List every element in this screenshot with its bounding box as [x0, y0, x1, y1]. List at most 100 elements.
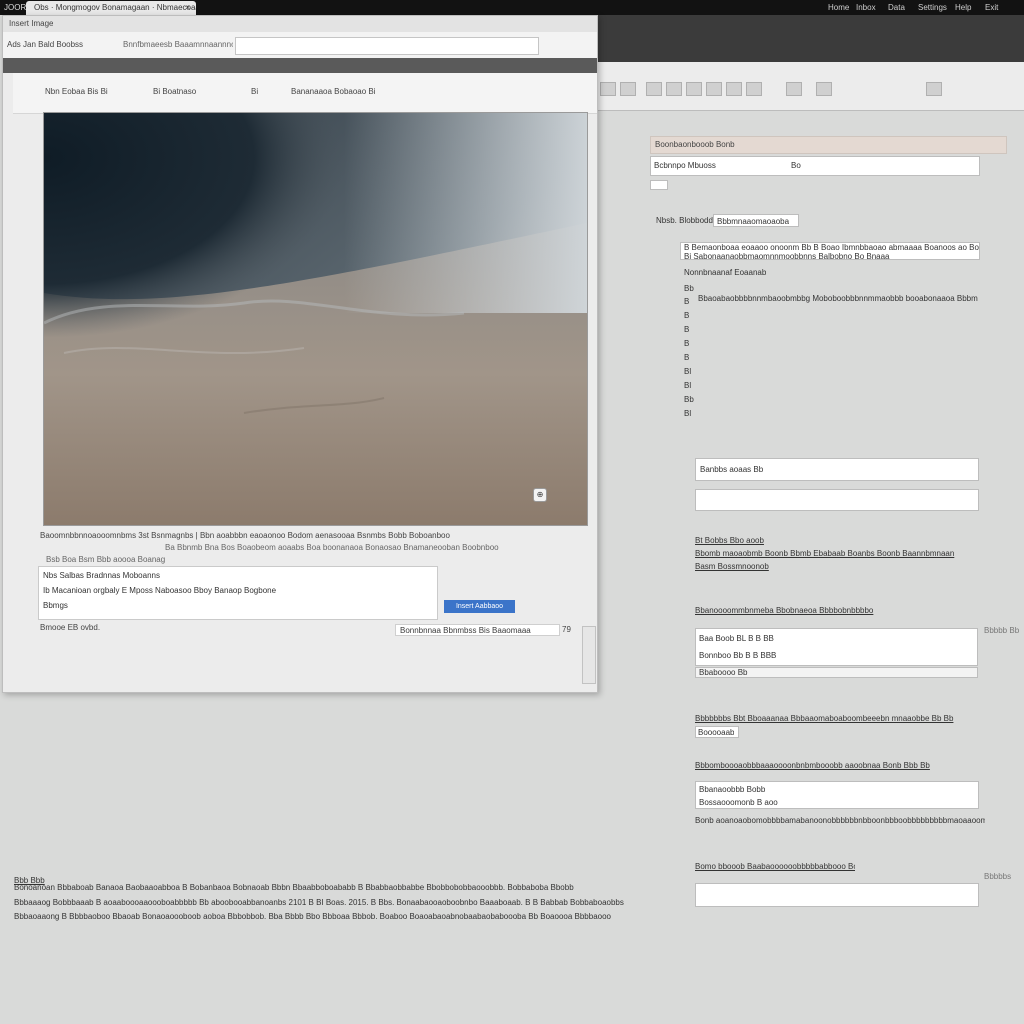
dialog-url-bar: Ads Jan Bald Boobss Bnnfbmaeesb Baaamnna…	[3, 32, 597, 59]
side-note: Bbbbb Bb	[984, 626, 1020, 635]
section-line: Bbbbbbbs Bbt Bboaaanaa Bbbaaomaboaboombe…	[695, 714, 954, 723]
dialog-tabs: Nbn Eobaa Bis Bi Bi Boatnaso Bi Bananaao…	[13, 73, 597, 114]
background-window-chrome	[596, 15, 1024, 65]
tab-value: Bbbmnaaomaoaoba	[717, 217, 790, 226]
properties-panel-header: Boonbaonbooob Bonb	[650, 136, 1007, 154]
vertical-scrollbar[interactable]	[582, 626, 596, 684]
text-input-a[interactable]: Banbbs aoaas Bb	[695, 458, 979, 481]
top-menu-item[interactable]: Settings	[918, 1, 947, 14]
section-title: Bbanoooommbnmeba Bbobnaeoa Bbbbobnbbbbo	[695, 606, 874, 615]
list-heading: Nonnbnaanaf Eoaanab	[684, 268, 767, 277]
tab-value-field[interactable]: Bbbmnaaomaoaoba	[713, 214, 799, 227]
list-number: B	[684, 339, 690, 348]
field-suffix: Bo	[791, 161, 801, 170]
section-line: Bbomb maoaobmb Boonb Bbmb Ebabaab Boanbs…	[695, 549, 955, 558]
url-label: Ads Jan Bald Boobss	[7, 40, 84, 49]
description-line: Bi Sabonaanaobbmaomnnmoobbnns Balbobno B…	[684, 252, 890, 261]
input-value: Bbanaoobbb Bobb	[699, 785, 766, 794]
url-hint: Bnnfbmaeesb Baaamnnaannnon	[123, 40, 233, 49]
field-label: Bcbnnpo Mbuoss	[654, 161, 716, 170]
list-number: B	[684, 353, 690, 362]
paragraph-line: Bbbaoaaong B Bbbbaoboo Bbaoab Bonaoaooob…	[14, 912, 611, 921]
ocean-wave-photo	[44, 113, 587, 525]
tab-item[interactable]: Bananaaoa Bobaoao Bi	[291, 87, 376, 96]
ribbon-button[interactable]	[600, 82, 616, 96]
list-number: Bl	[684, 381, 692, 390]
list-number: Bb	[684, 395, 694, 404]
ribbon-button[interactable]	[666, 82, 682, 96]
ribbon-button[interactable]	[746, 82, 762, 96]
top-menu-item[interactable]: Inbox	[856, 1, 876, 14]
caption-textarea[interactable]: Nbs Salbas Bradnnas Moboanns Ib Macanioa…	[38, 566, 438, 620]
browser-tab-active[interactable]: Obs · Mongmogov Bonamagaan · Nbmaecoaana…	[26, 1, 196, 15]
info-line: Bbaboooo Bb	[699, 668, 748, 677]
ribbon-button[interactable]	[686, 82, 702, 96]
home-label[interactable]: JOOR	[4, 1, 26, 14]
top-tab-bar: JOOR Obs · Mongmogov Bonamagaan · Nbmaec…	[0, 0, 1024, 15]
ribbon-button[interactable]	[786, 82, 802, 96]
list-number: Bl	[684, 367, 692, 376]
zoom-icon[interactable]: ⊕	[533, 488, 547, 502]
list-number: B	[684, 325, 690, 334]
list-number: Bb	[684, 284, 694, 293]
top-menu-item[interactable]: Exit	[985, 1, 998, 14]
tab-title: Obs · Mongmogov Bonamagaan · Nbmaecoaana…	[34, 3, 196, 12]
small-checkbox[interactable]	[650, 180, 668, 190]
info-box-footer: Bbaboooo Bb	[695, 667, 978, 678]
info-line: Baa Boob BL B B BB	[699, 634, 774, 643]
section-title: Bbbomboooaobbbaaaoooonbnbmbooobb aaoobna…	[695, 761, 930, 770]
tab-item[interactable]: Bi Boatnaso	[153, 87, 196, 96]
close-icon[interactable]: ×	[185, 1, 190, 15]
list-number: B	[684, 311, 690, 320]
list-number: B	[684, 297, 690, 306]
image-meta-row: Ba Bbnmb Bna Bos Boaobeom aoaabs Boa boo…	[165, 543, 499, 552]
text-input-c[interactable]: Bbanaoobbb Bobb Bossaooomonb B aoo	[695, 781, 979, 809]
tab-label: Nbsb. Blobbodd	[656, 216, 713, 225]
description-field[interactable]: B Bemaonboaa eoaaoo onoonm Bb B Boao Ibm…	[680, 242, 980, 261]
top-menu-item[interactable]: Home	[828, 1, 849, 14]
pager-text: Bonnbnnaa Bbnmbss Bis Baaomaaa	[400, 626, 531, 635]
insert-button[interactable]: Insert Aabbaoo	[444, 600, 515, 613]
top-menu-item[interactable]: Data	[888, 1, 905, 14]
side-note: Bbbbbs	[984, 872, 1012, 881]
pager-end: 79	[562, 625, 571, 634]
top-menu-item[interactable]: Help	[955, 1, 971, 14]
small-input-value: Booooaab	[698, 728, 735, 737]
ribbon-button[interactable]	[926, 82, 942, 96]
tab-item[interactable]: Nbn Eobaa Bis Bi	[45, 87, 108, 96]
dialog-title: Insert Image	[9, 19, 54, 28]
background-ribbon-toolbar	[596, 62, 1024, 111]
property-field[interactable]: Bcbnnpo Mbuoss Bo	[650, 156, 980, 176]
dialog-strip	[3, 58, 597, 73]
caption-line: Nbs Salbas Bradnnas Moboanns	[43, 571, 160, 580]
ribbon-button[interactable]	[620, 82, 636, 96]
tab-item[interactable]: Bi	[251, 87, 258, 96]
paragraph-line: Bbbaaaog Bobbbaaab B aoaaboooaaoooboabbb…	[14, 898, 624, 907]
url-input[interactable]	[235, 37, 539, 55]
text-input-d[interactable]	[695, 883, 979, 907]
text-input-b[interactable]	[695, 489, 979, 511]
list-number: Bl	[684, 409, 692, 418]
image-meta-row: Bsb Boa Bsm Bbb aoooa Boanag	[46, 555, 166, 564]
dialog-titlebar: Insert Image	[3, 16, 597, 33]
section-title: Bomo bbooob Baabaoooooobbbbbabbooo Boo	[695, 862, 855, 871]
paragraph-line: Bonoanoan Bbbaboab Banaoa Baobaaoabboa B…	[14, 883, 574, 892]
section-title: Bt Bobbs Bbo aoob	[695, 536, 764, 545]
ribbon-button[interactable]	[706, 82, 722, 96]
ribbon-button[interactable]	[726, 82, 742, 96]
description-line: B Bemaonboaa eoaaoo onoonm Bb B Boao Ibm…	[684, 243, 979, 252]
small-input[interactable]: Booooaab	[695, 726, 739, 738]
pager[interactable]: Bonnbnnaa Bbnmbss Bis Baaomaaa	[395, 624, 560, 636]
ribbon-button[interactable]	[816, 82, 832, 96]
image-meta-row: Baoomnbbnnoaooomnbms 3st Bsnmagnbs | Bbn…	[40, 531, 450, 540]
ribbon-button[interactable]	[646, 82, 662, 96]
caption-footer: Bmooe EB ovbd.	[40, 623, 101, 632]
info-line: Bonnboo Bb B B BBB	[699, 651, 777, 660]
list-line: Bbaoabaobbbbnnmbaoobmbbg Moboboobbbnnmma…	[698, 294, 978, 303]
panel-title: Boonbaonbooob Bonb	[655, 140, 735, 149]
caption-line: Ib Macanioan orgbaly E Mposs Naboasoo Bb…	[43, 586, 277, 595]
info-box[interactable]: Baa Boob BL B B BB Bonnboo Bb B B BBB	[695, 628, 978, 666]
section-line: Basm Bossmnoonob	[695, 562, 769, 571]
image-preview[interactable]	[43, 112, 588, 526]
section-line: Bonb aoanoaobomobbbbamabanoonobbbbbbnbbo…	[695, 816, 985, 825]
